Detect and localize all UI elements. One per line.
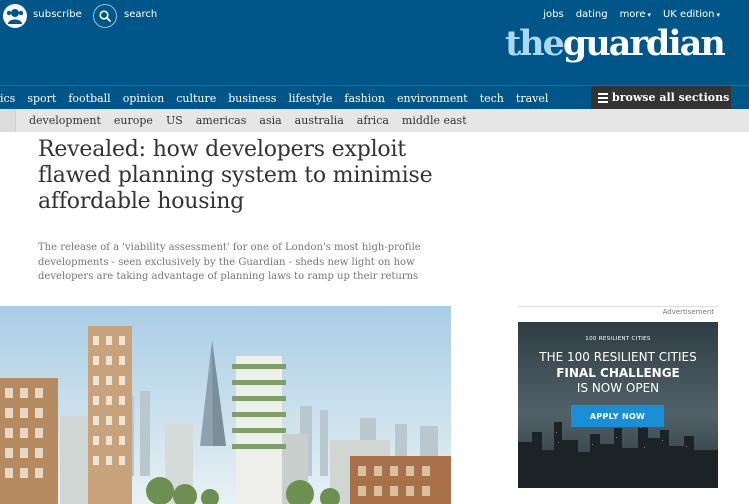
- search-link[interactable]: search: [124, 9, 157, 20]
- nav-item-sport[interactable]: sport: [27, 92, 56, 105]
- sub-nav: development europe US americas asia aust…: [0, 109, 749, 132]
- apply-now-button[interactable]: APPLY NOW: [571, 405, 664, 427]
- ad-label: Advertisement: [662, 308, 714, 316]
- subnav-item-middle-east[interactable]: middle east: [402, 114, 467, 127]
- nav-item-politics[interactable]: ics: [0, 92, 15, 105]
- dating-link[interactable]: dating: [576, 9, 608, 20]
- nav-item-football[interactable]: football: [68, 92, 110, 105]
- nav-item-environment[interactable]: environment: [397, 92, 468, 105]
- main-nav: ics sport football opinion culture busin…: [0, 85, 749, 109]
- subnav-item-africa[interactable]: africa: [357, 114, 389, 127]
- top-links: jobs dating more ▾ UK edition ▾: [531, 9, 720, 20]
- browse-all-sections-button[interactable]: browse all sections: [591, 86, 731, 109]
- edition-label: UK edition: [662, 9, 715, 20]
- nav-item-fashion[interactable]: fashion: [344, 92, 385, 105]
- hero-image: [0, 306, 451, 504]
- subnav-item-us[interactable]: US: [166, 114, 183, 127]
- ad-brand: 100 RESILIENT CITIES: [585, 336, 651, 342]
- browse-label: browse all sections: [612, 91, 730, 104]
- jobs-link[interactable]: jobs: [543, 9, 563, 20]
- article-standfirst: The release of a 'viability assessment' …: [38, 242, 421, 282]
- more-menu[interactable]: more ▾: [620, 9, 651, 20]
- subnav-item-development[interactable]: development: [29, 114, 101, 127]
- caret-down-icon: ▾: [647, 11, 651, 19]
- guardian-logo[interactable]: theguardian: [505, 23, 726, 64]
- nav-item-tech[interactable]: tech: [480, 92, 504, 105]
- more-label: more: [619, 9, 646, 20]
- menu-icon: [598, 91, 608, 105]
- nav-item-culture[interactable]: culture: [176, 92, 216, 105]
- subnav-item-asia[interactable]: asia: [259, 114, 281, 127]
- ad-headline-3: IS NOW OPEN: [576, 381, 660, 395]
- subnav-item-americas[interactable]: americas: [196, 114, 247, 127]
- nav-items: ics sport football opinion culture busin…: [0, 86, 548, 110]
- subnav-item-australia[interactable]: australia: [295, 114, 344, 127]
- edition-menu[interactable]: UK edition ▾: [663, 9, 720, 20]
- sub-nav-items: development europe US americas asia aust…: [16, 109, 467, 132]
- advertisement-banner[interactable]: 100 RESILIENT CITIES THE 100 RESILIENT C…: [518, 322, 718, 488]
- ad-headline-1: THE 100 RESILIENT CITIES: [539, 350, 697, 364]
- nav-item-travel[interactable]: travel: [516, 92, 548, 105]
- nav-item-opinion[interactable]: opinion: [123, 92, 165, 105]
- nav-item-business[interactable]: business: [228, 92, 276, 105]
- logo-the: the: [505, 23, 565, 64]
- masthead: subscribe search jobs dating more ▾ UK ed…: [0, 0, 749, 85]
- caret-down-icon: ▾: [716, 11, 720, 19]
- subscribe-link[interactable]: subscribe: [33, 9, 82, 20]
- subnav-item-europe[interactable]: europe: [114, 114, 153, 127]
- search-icon[interactable]: [93, 4, 117, 28]
- sub-nav-bar: development europe US americas asia aust…: [15, 109, 749, 132]
- nav-item-lifestyle[interactable]: lifestyle: [288, 92, 332, 105]
- article-headline: Revealed: how developers exploit flawed …: [38, 137, 433, 214]
- ad-headline-2: FINAL CHALLENGE: [556, 366, 680, 380]
- logo-guardian: guardian: [562, 23, 726, 64]
- subscribe-icon[interactable]: [3, 4, 27, 28]
- ad-divider: [518, 306, 718, 307]
